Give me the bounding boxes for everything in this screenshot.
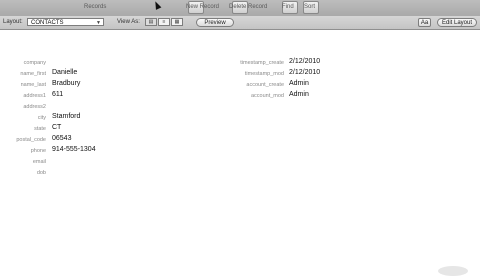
chevron-down-icon: ▼ [96,20,101,26]
field-label-name-first: name_first [20,71,46,77]
new-record-label: New Record [186,4,220,10]
view-as-label: View As: [117,19,140,25]
field-label-phone: phone [30,148,46,154]
field-city[interactable]: Stamford [52,113,80,120]
field-label-account-create: account_create [246,82,284,88]
field-phone[interactable]: 914-555-1304 [52,146,96,153]
layout-bar: Layout: CONTACTS ▼ View As: ▤ ≡ ▦ Previe… [0,16,480,30]
resize-corner [438,266,468,276]
edit-layout-button[interactable]: Edit Layout [437,18,477,27]
field-timestamp-mod[interactable]: 2/12/2010 [289,69,320,76]
field-label-company: company [23,60,46,66]
view-as-form-icon[interactable]: ▤ [145,18,157,26]
status-toolbar: Records New Record Delete Record Find So… [0,0,480,17]
field-label-email: email [32,159,46,165]
field-label-address1: address1 [23,93,46,99]
field-label-city: city [37,115,46,121]
field-label-name-last: name_last [20,82,46,88]
field-account-mod[interactable]: Admin [289,91,309,98]
delete-record-label: Delete Record [229,4,268,10]
field-label-dob: dob [36,170,46,176]
text-format-button[interactable]: Aa [418,18,431,27]
field-name-last[interactable]: Bradbury [52,80,80,87]
field-label-state: state [34,126,46,132]
field-state[interactable]: CT [52,124,61,131]
view-as-list-icon[interactable]: ≡ [158,18,170,26]
sort-label: Sort [304,4,316,10]
field-label-postal-code: postal_code [16,137,46,143]
field-timestamp-create[interactable]: 2/12/2010 [289,58,320,65]
records-label: Records [84,4,107,10]
field-label-timestamp-mod: timestamp_mod [244,71,284,77]
field-name-first[interactable]: Danielle [52,69,77,76]
find-label: Find [282,4,294,10]
field-address1[interactable]: 611 [52,91,63,98]
field-label-timestamp-create: timestamp_create [240,60,284,66]
layout-label: Layout: [3,19,23,25]
field-account-create[interactable]: Admin [289,80,309,87]
view-as-table-icon[interactable]: ▦ [171,18,183,26]
record-form: company name_first Danielle name_last Br… [0,30,480,270]
layout-select[interactable]: CONTACTS ▼ [27,18,104,26]
layout-select-value: CONTACTS [31,20,64,26]
field-label-address2: address2 [23,104,46,110]
field-postal-code[interactable]: 06543 [52,135,71,142]
preview-button[interactable]: Preview [196,18,234,27]
field-label-account-mod: account_mod [250,93,284,99]
